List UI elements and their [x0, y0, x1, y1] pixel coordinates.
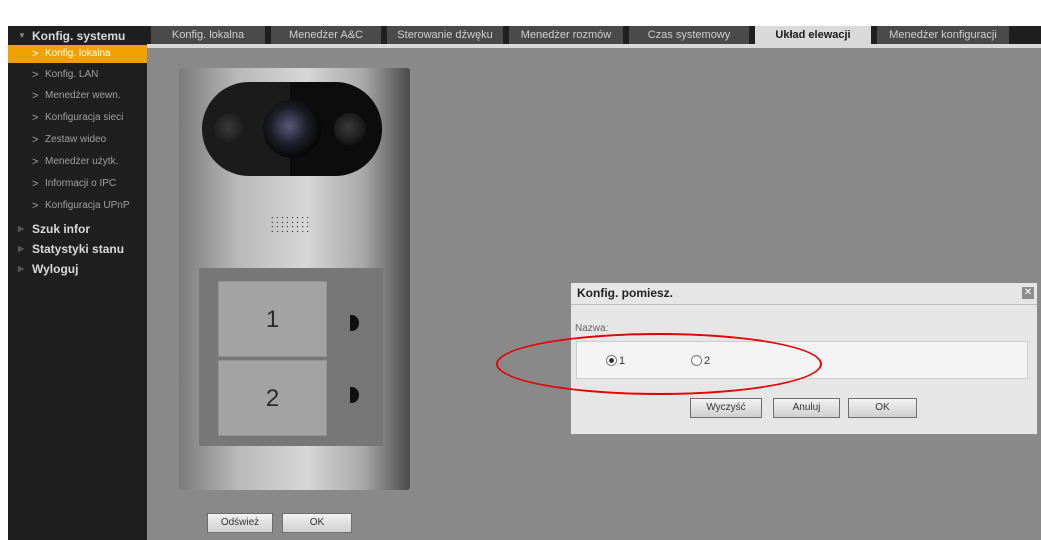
sidebar-item-lan-config[interactable]: > Konfig. LAN — [8, 66, 147, 84]
tab-system-time[interactable]: Czas systemowy — [629, 26, 749, 44]
chevron-right-icon: > — [32, 200, 39, 212]
sidebar-section-label: Konfig. systemu — [32, 29, 126, 43]
speaker-grille-icon: :::::::::::::::: — [270, 214, 312, 235]
sidebar-section-search-info[interactable]: ▶ Szuk infor — [8, 219, 147, 239]
refresh-button[interactable]: Odśwież — [207, 513, 273, 533]
dialog-title: Konfig. pomiesz. — [577, 286, 673, 300]
sidebar-item-local-config[interactable]: > Konfig. lokalna — [8, 45, 147, 63]
sidebar-section-label: Wyloguj — [32, 262, 79, 276]
sidebar-item-label: Informacji o IPC — [45, 178, 117, 189]
name-label: Nazwa: — [575, 323, 609, 334]
close-icon[interactable]: ✕ — [1022, 287, 1034, 299]
sidebar-item-user-manager[interactable]: > Menedżer użytk. — [8, 153, 147, 171]
call-knob-2-icon — [345, 387, 359, 403]
ok-button[interactable]: OK — [282, 513, 352, 533]
room-button-1[interactable]: 1 — [218, 281, 327, 357]
chevron-right-icon: > — [32, 69, 39, 81]
sidebar-item-video-set[interactable]: > Zestaw wideo — [8, 131, 147, 149]
tab-ac-manager[interactable]: Menedżer A&C — [271, 26, 381, 44]
cancel-button[interactable]: Anuluj — [773, 398, 840, 418]
tab-call-manager[interactable]: Menedżer rozmów — [509, 26, 623, 44]
triangle-right-icon: ▶ — [18, 264, 25, 273]
chevron-right-icon: > — [32, 48, 39, 60]
triangle-down-icon: ▼ — [18, 31, 26, 40]
triangle-right-icon: ▶ — [18, 224, 25, 233]
sidebar-item-label: Konfiguracja sieci — [45, 112, 124, 123]
sidebar: ▼ Konfig. systemu > Konfig. lokalna > Ko… — [8, 26, 147, 540]
tab-elevation-layout[interactable]: Układ elewacji — [755, 26, 871, 44]
sidebar-item-label: Konfiguracja UPnP — [45, 200, 130, 211]
chevron-right-icon: > — [32, 112, 39, 124]
sidebar-item-label: Konfig. lokalna — [45, 48, 111, 59]
sidebar-item-upnp-config[interactable]: > Konfiguracja UPnP — [8, 197, 147, 215]
call-knob-1-icon — [345, 315, 359, 331]
ir-led-left-icon — [214, 113, 246, 145]
clear-button[interactable]: Wyczyść — [690, 398, 762, 418]
dialog-divider — [571, 304, 1037, 305]
sidebar-item-label: Zestaw wideo — [45, 134, 107, 145]
sidebar-section-system-config[interactable]: ▼ Konfig. systemu — [8, 26, 147, 46]
ir-led-right-icon — [334, 113, 366, 145]
room-button-2[interactable]: 2 — [218, 360, 327, 436]
chevron-right-icon: > — [32, 178, 39, 190]
camera-lens-icon — [263, 100, 321, 158]
triangle-right-icon: ▶ — [18, 244, 25, 253]
sidebar-item-label: Menedżer wewn. — [45, 90, 121, 101]
chevron-right-icon: > — [32, 156, 39, 168]
chevron-right-icon: > — [32, 134, 39, 146]
sidebar-section-label: Statystyki stanu — [32, 242, 125, 256]
tab-config-manager[interactable]: Menedżer konfiguracji — [877, 26, 1009, 44]
tab-bar: Konfig. lokalna Menedżer A&C Sterowanie … — [147, 26, 1041, 44]
tab-local-config[interactable]: Konfig. lokalna — [151, 26, 265, 44]
sidebar-item-network-config[interactable]: > Konfiguracja sieci — [8, 109, 147, 127]
sidebar-section-label: Szuk infor — [32, 222, 91, 236]
app-window: ▼ Konfig. systemu > Konfig. lokalna > Ko… — [0, 0, 1041, 540]
sidebar-item-ipc-info[interactable]: > Informacji o IPC — [8, 175, 147, 193]
chevron-right-icon: > — [32, 90, 39, 102]
sidebar-section-status-stats[interactable]: ▶ Statystyki stanu — [8, 239, 147, 259]
sidebar-section-logout[interactable]: ▶ Wyloguj — [8, 259, 147, 279]
sidebar-item-indoor-manager[interactable]: > Menedżer wewn. — [8, 87, 147, 105]
red-annotation-ellipse — [496, 333, 822, 395]
dialog-ok-button[interactable]: OK — [848, 398, 917, 418]
tab-sound-control[interactable]: Sterowanie dźwęku — [387, 26, 503, 44]
sidebar-item-label: Menedżer użytk. — [45, 156, 119, 167]
sidebar-item-label: Konfig. LAN — [45, 69, 99, 80]
